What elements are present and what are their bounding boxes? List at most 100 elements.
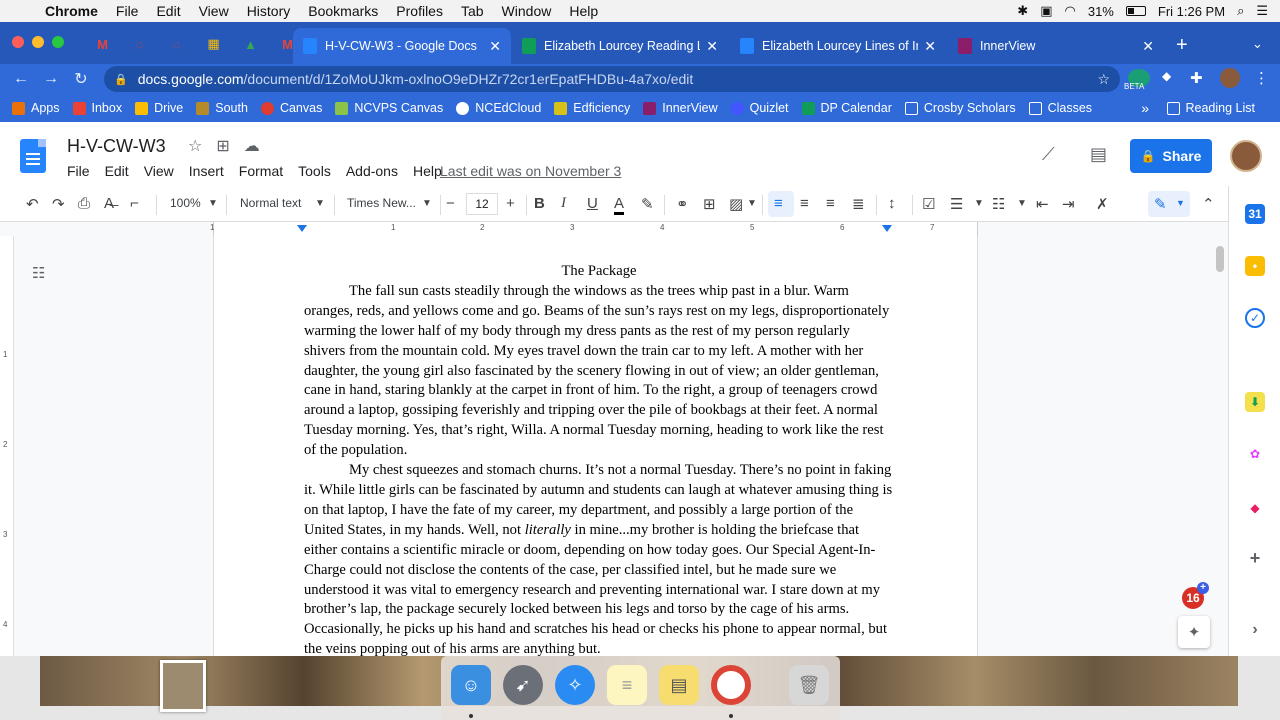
add-addon-icon[interactable]: + [1245,548,1265,568]
chevron-up-icon[interactable]: ⌃ [1202,195,1215,213]
menu-tab[interactable]: Tab [452,3,493,19]
download-icon[interactable]: ⬇ [1245,392,1265,412]
style-select[interactable]: Normal text [240,196,301,210]
classroom-tab-icon[interactable]: ▦ [195,34,232,54]
calendar-icon[interactable]: 31 [1245,204,1265,224]
bold-icon[interactable]: B [534,195,545,212]
chevron-right-icon[interactable]: › [1245,620,1265,640]
menu-edit[interactable]: Edit [147,3,189,19]
spellcheck-icon[interactable]: A̶ [104,195,114,212]
chrome-icon[interactable] [711,665,751,705]
document-page[interactable]: The Package The fall sun casts steadily … [213,236,978,656]
docs-menu-insert[interactable]: Insert [189,163,224,179]
bookmark-quizlet[interactable]: Quizlet [730,101,789,115]
left-indent-marker[interactable] [297,225,307,232]
bookmark-ncedcloud[interactable]: NCEdCloud [456,101,541,115]
trash-icon[interactable]: 🗑 [789,665,829,705]
battery-icon[interactable] [1125,6,1146,16]
menu-bookmarks[interactable]: Bookmarks [299,3,387,19]
move-folder-icon[interactable]: ⊞ [216,136,229,156]
checklist-icon[interactable]: ☑ [922,195,935,213]
redo-icon[interactable]: ↷ [52,195,65,213]
font-size-input[interactable]: 12 [466,193,498,215]
menu-profiles[interactable]: Profiles [387,3,452,19]
spotlight-icon[interactable]: ⌕ [1237,3,1244,19]
bookmark-innerview[interactable]: InnerView [643,101,718,115]
drive-tab-icon[interactable]: ▲ [232,34,269,54]
tab-reading-log[interactable]: Elizabeth Lourcey Reading Lo ✕ [512,28,728,64]
text-color-icon[interactable]: A [614,195,625,215]
more-menu-icon[interactable]: ⋮ [1254,69,1269,87]
align-left-icon[interactable]: ≡ [774,195,783,212]
new-tab-button[interactable]: + [1176,34,1188,57]
bookmark-crosby-scholars[interactable]: Crosby Scholars [904,101,1016,115]
zoom-window-button[interactable] [52,36,64,48]
menu-help[interactable]: Help [560,3,607,19]
bookmark-south[interactable]: South [196,101,248,115]
bluetooth-icon[interactable]: ✱ [1017,3,1028,19]
chevron-down-icon[interactable]: ▼ [974,198,984,209]
print-icon[interactable]: ⎙ [78,195,90,212]
menu-history[interactable]: History [238,3,300,19]
reading-list[interactable]: Reading List [1166,101,1255,115]
decrease-indent-icon[interactable]: ⇤ [1036,195,1049,213]
paint-format-icon[interactable]: ⌐ [130,195,139,212]
app-menu-name[interactable]: Chrome [36,3,107,19]
close-tab-icon[interactable]: ✕ [706,38,718,55]
bookmark-classes[interactable]: Classes [1028,101,1092,115]
comments-icon[interactable]: ▤ [1090,144,1107,165]
numbered-list-icon[interactable]: ☷ [992,195,1005,213]
tab-google-docs[interactable]: H-V-CW-W3 - Google Docs ✕ [293,28,511,64]
tasks-icon[interactable]: ✓ [1245,308,1265,328]
line-spacing-icon[interactable]: ↕ [888,195,896,212]
bookmark-drive[interactable]: Drive [135,101,183,115]
launchpad-icon[interactable]: ➹ [503,665,543,705]
add-comment-icon[interactable]: ⊞ [703,195,716,213]
tab-search-icon[interactable]: ⌄ [1252,36,1263,52]
control-center-icon[interactable]: ☰ [1256,3,1268,19]
profile-avatar[interactable] [1220,68,1240,88]
minimize-window-button[interactable] [32,36,44,48]
share-button[interactable]: 🔒 Share [1130,139,1212,173]
clear-formatting-icon[interactable]: ✗ [1096,195,1109,213]
screen-icon[interactable]: ▣ [1040,3,1052,19]
notes-icon[interactable]: ≡ [607,665,647,705]
canvas-tab-icon[interactable]: ◌ [121,34,158,54]
tab-lines-of-inquiry[interactable]: Elizabeth Lourcey Lines of Inq ✕ [730,28,946,64]
docs-menu-addons[interactable]: Add-ons [346,163,398,179]
chevron-down-icon[interactable]: ▼ [315,198,325,209]
document-body[interactable]: The Package The fall sun casts steadily … [304,262,894,656]
scrollbar-thumb[interactable] [1216,246,1224,272]
underline-icon[interactable]: U [587,195,598,212]
clock[interactable]: Fri 1:26 PM [1158,4,1225,19]
italic-icon[interactable]: I [561,195,566,212]
chevron-down-icon[interactable]: ▼ [208,198,218,209]
increase-font-size-icon[interactable]: + [506,195,515,212]
lock-icon[interactable]: 🔒 [114,73,128,86]
reload-icon[interactable]: ↻ [66,69,96,89]
star-icon[interactable]: ☆ [188,136,202,156]
wifi-icon[interactable]: ◠ [1065,3,1076,19]
notification-badge[interactable]: 16 [1182,582,1209,609]
chevron-down-icon[interactable]: ▼ [422,198,432,209]
close-window-button[interactable] [12,36,24,48]
gmail-tab-icon[interactable]: M [84,34,121,54]
close-tab-icon[interactable]: ✕ [924,38,936,55]
close-tab-icon[interactable]: ✕ [489,38,501,55]
docs-menu-edit[interactable]: Edit [105,163,129,179]
photo-thumbnail[interactable] [160,660,206,712]
back-icon[interactable]: ← [6,70,36,88]
url-field[interactable]: 🔒 docs.google.com /document/d/1ZoMoUJkm-… [104,66,1120,92]
account-avatar[interactable] [1230,140,1262,172]
bookmark-apps[interactable]: Apps [12,101,60,115]
finder-icon[interactable]: ☺ [451,665,491,705]
tab-innerview[interactable]: InnerView ✕ [948,28,1164,64]
menu-view[interactable]: View [190,3,238,19]
chevron-down-icon[interactable]: ▼ [747,198,757,209]
insert-image-icon[interactable]: ▨ [729,195,743,213]
battery-percent[interactable]: 31% [1088,4,1114,19]
more-bookmarks-icon[interactable]: » [1141,100,1149,116]
bookmark-edficiency[interactable]: Edficiency [554,101,630,115]
justify-icon[interactable]: ≣ [852,195,865,213]
stickies-icon[interactable]: ▤ [659,665,699,705]
